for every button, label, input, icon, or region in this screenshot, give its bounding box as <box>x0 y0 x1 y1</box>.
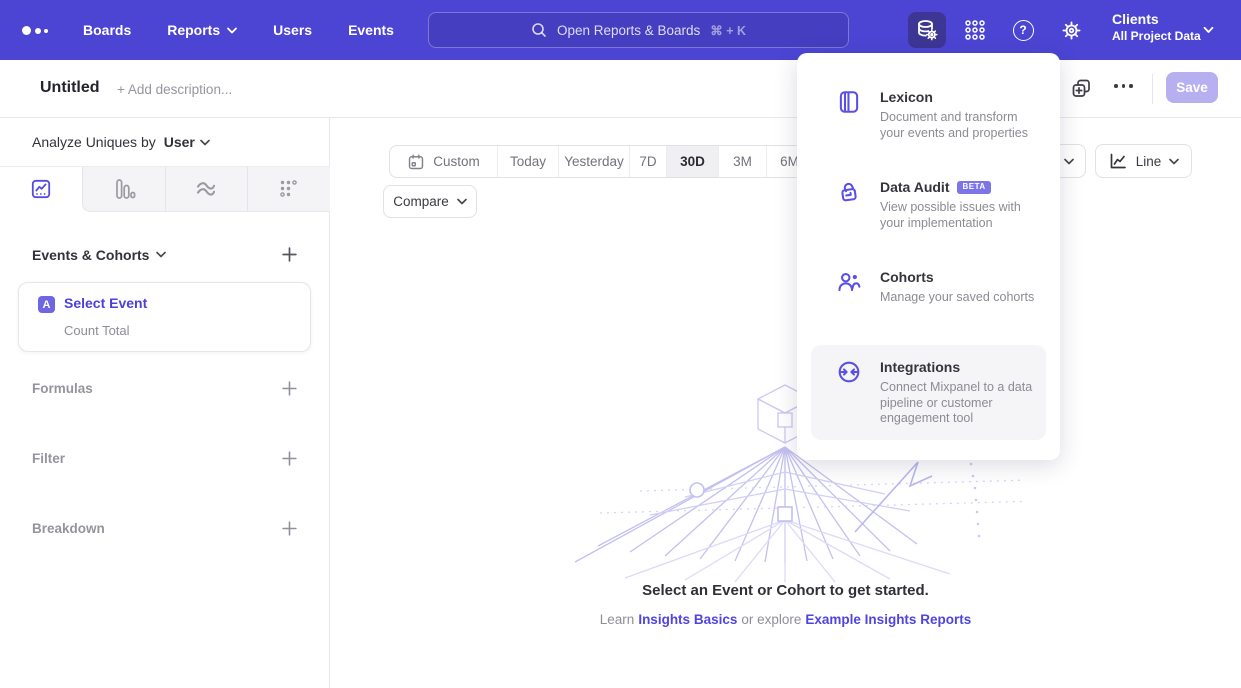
mixpanel-logo-icon[interactable] <box>22 21 52 39</box>
select-event-card[interactable]: A Select Event Count Total <box>18 282 311 352</box>
add-filter-button[interactable] <box>281 450 298 467</box>
top-navigation-bar: Boards Reports Users Events Open Reports… <box>0 0 1241 60</box>
event-series-badge: A <box>38 296 55 313</box>
search-placeholder: Open Reports & Boards <box>557 23 700 38</box>
date-range-7d[interactable]: 7D <box>629 146 666 177</box>
project-switcher[interactable]: Clients All Project Data <box>1112 10 1201 44</box>
line-chart-icon <box>1108 151 1128 171</box>
report-title[interactable]: Untitled <box>40 79 100 97</box>
calendar-icon <box>407 153 425 171</box>
apps-grid-icon <box>963 18 987 42</box>
nav-boards[interactable]: Boards <box>83 22 131 38</box>
global-search-input[interactable]: Open Reports & Boards ⌘ + K <box>428 12 849 48</box>
nav-events[interactable]: Events <box>348 22 394 38</box>
save-button[interactable]: Save <box>1166 72 1218 103</box>
tab-retention[interactable] <box>247 167 330 212</box>
add-formula-button[interactable] <box>281 380 298 397</box>
primary-nav: Boards Reports Users Events <box>83 0 394 60</box>
duplicate-button[interactable] <box>1070 77 1093 100</box>
tab-insights[interactable] <box>0 167 82 212</box>
beta-badge: BETA <box>957 181 990 194</box>
date-range-3m[interactable]: 3M <box>718 146 766 177</box>
cohorts-people-icon <box>836 268 862 332</box>
settings-button[interactable] <box>1052 12 1090 48</box>
analyze-label: Analyze Uniques by <box>32 134 156 150</box>
date-range-today[interactable]: Today <box>497 146 558 177</box>
empty-state-title: Select an Event or Cohort to get started… <box>330 582 1241 599</box>
count-total-label[interactable]: Count Total <box>64 323 130 338</box>
tab-bar-chart[interactable] <box>82 167 165 212</box>
search-shortcut: ⌘ + K <box>710 23 746 38</box>
analyze-by-row: Analyze Uniques by User <box>0 118 330 167</box>
menu-item-integrations[interactable]: Integrations Connect Mixpanel to a data … <box>811 345 1046 440</box>
breakdown-section: Breakdown <box>32 520 298 537</box>
chevron-down-icon <box>200 139 210 146</box>
example-reports-link[interactable]: Example Insights Reports <box>805 612 971 627</box>
header-divider <box>1152 74 1153 104</box>
events-cohorts-header: Events & Cohorts <box>32 246 298 263</box>
chevron-down-icon[interactable] <box>156 251 166 258</box>
project-name: All Project Data <box>1112 28 1201 44</box>
visualization-tabs <box>0 167 330 212</box>
subtitle-prefix: Learn <box>600 612 635 627</box>
formulas-label: Formulas <box>32 381 93 396</box>
select-event-label: Select Event <box>64 295 147 311</box>
chevron-down-icon <box>227 27 237 34</box>
nav-users[interactable]: Users <box>273 22 312 38</box>
bar-chart-tab-icon <box>112 177 136 201</box>
database-gear-icon <box>915 18 939 42</box>
events-cohorts-label[interactable]: Events & Cohorts <box>32 247 149 263</box>
menu-item-lexicon[interactable]: Lexicon Document and transform your even… <box>811 75 1046 165</box>
chevron-down-icon <box>1064 158 1074 165</box>
retention-tab-icon <box>277 177 301 201</box>
help-icon: ? <box>1013 20 1034 41</box>
date-range-30d[interactable]: 30D <box>666 146 718 177</box>
date-range-control: Custom Today Yesterday 7D 30D 3M 6M <box>389 145 813 178</box>
menu-item-data-audit[interactable]: Data Audit BETA View possible issues wit… <box>811 165 1046 255</box>
analyze-value-dropdown[interactable]: User <box>164 134 195 150</box>
apps-grid-button[interactable] <box>956 12 994 48</box>
breakdown-label: Breakdown <box>32 521 105 536</box>
insights-basics-link[interactable]: Insights Basics <box>638 612 737 627</box>
chevron-down-icon <box>457 198 467 205</box>
help-button[interactable]: ? <box>1004 12 1042 48</box>
search-icon <box>531 22 547 38</box>
empty-state-subtitle: LearnInsights Basics or explore Example In… <box>330 612 1241 627</box>
data-audit-lock-icon <box>836 178 862 242</box>
date-range-yesterday[interactable]: Yesterday <box>558 146 629 177</box>
data-management-button[interactable] <box>908 12 946 48</box>
formulas-section: Formulas <box>32 380 298 397</box>
data-management-menu: Lexicon Document and transform your even… <box>797 53 1060 460</box>
filter-section: Filter <box>32 450 298 467</box>
line-chart-tab-icon <box>30 178 52 200</box>
integrations-sync-icon <box>836 358 862 427</box>
subtitle-middle: or explore <box>741 612 801 627</box>
flows-tab-icon <box>194 177 218 201</box>
menu-item-cohorts[interactable]: Cohorts Manage your saved cohorts <box>811 255 1046 345</box>
tab-flows[interactable] <box>165 167 248 212</box>
mixpanel-insights-app: Boards Reports Users Events Open Reports… <box>0 0 1241 688</box>
query-builder-sidebar: Analyze Uniques by User <box>0 118 330 688</box>
compare-button[interactable]: Compare <box>383 185 477 218</box>
copy-icon <box>1070 77 1093 100</box>
org-name: Clients <box>1112 10 1201 28</box>
add-description-field[interactable]: + Add description... <box>117 82 232 97</box>
chevron-down-icon <box>1169 158 1179 165</box>
add-event-button[interactable] <box>281 246 298 263</box>
chevron-down-icon <box>1203 26 1214 34</box>
lexicon-icon <box>836 88 862 152</box>
gear-icon <box>1060 19 1083 42</box>
nav-reports[interactable]: Reports <box>167 22 237 38</box>
date-range-custom[interactable]: Custom <box>390 146 497 177</box>
more-options-button[interactable] <box>1114 84 1133 88</box>
chart-type-dropdown[interactable]: Line <box>1095 144 1192 178</box>
filter-label: Filter <box>32 451 65 466</box>
add-breakdown-button[interactable] <box>281 520 298 537</box>
